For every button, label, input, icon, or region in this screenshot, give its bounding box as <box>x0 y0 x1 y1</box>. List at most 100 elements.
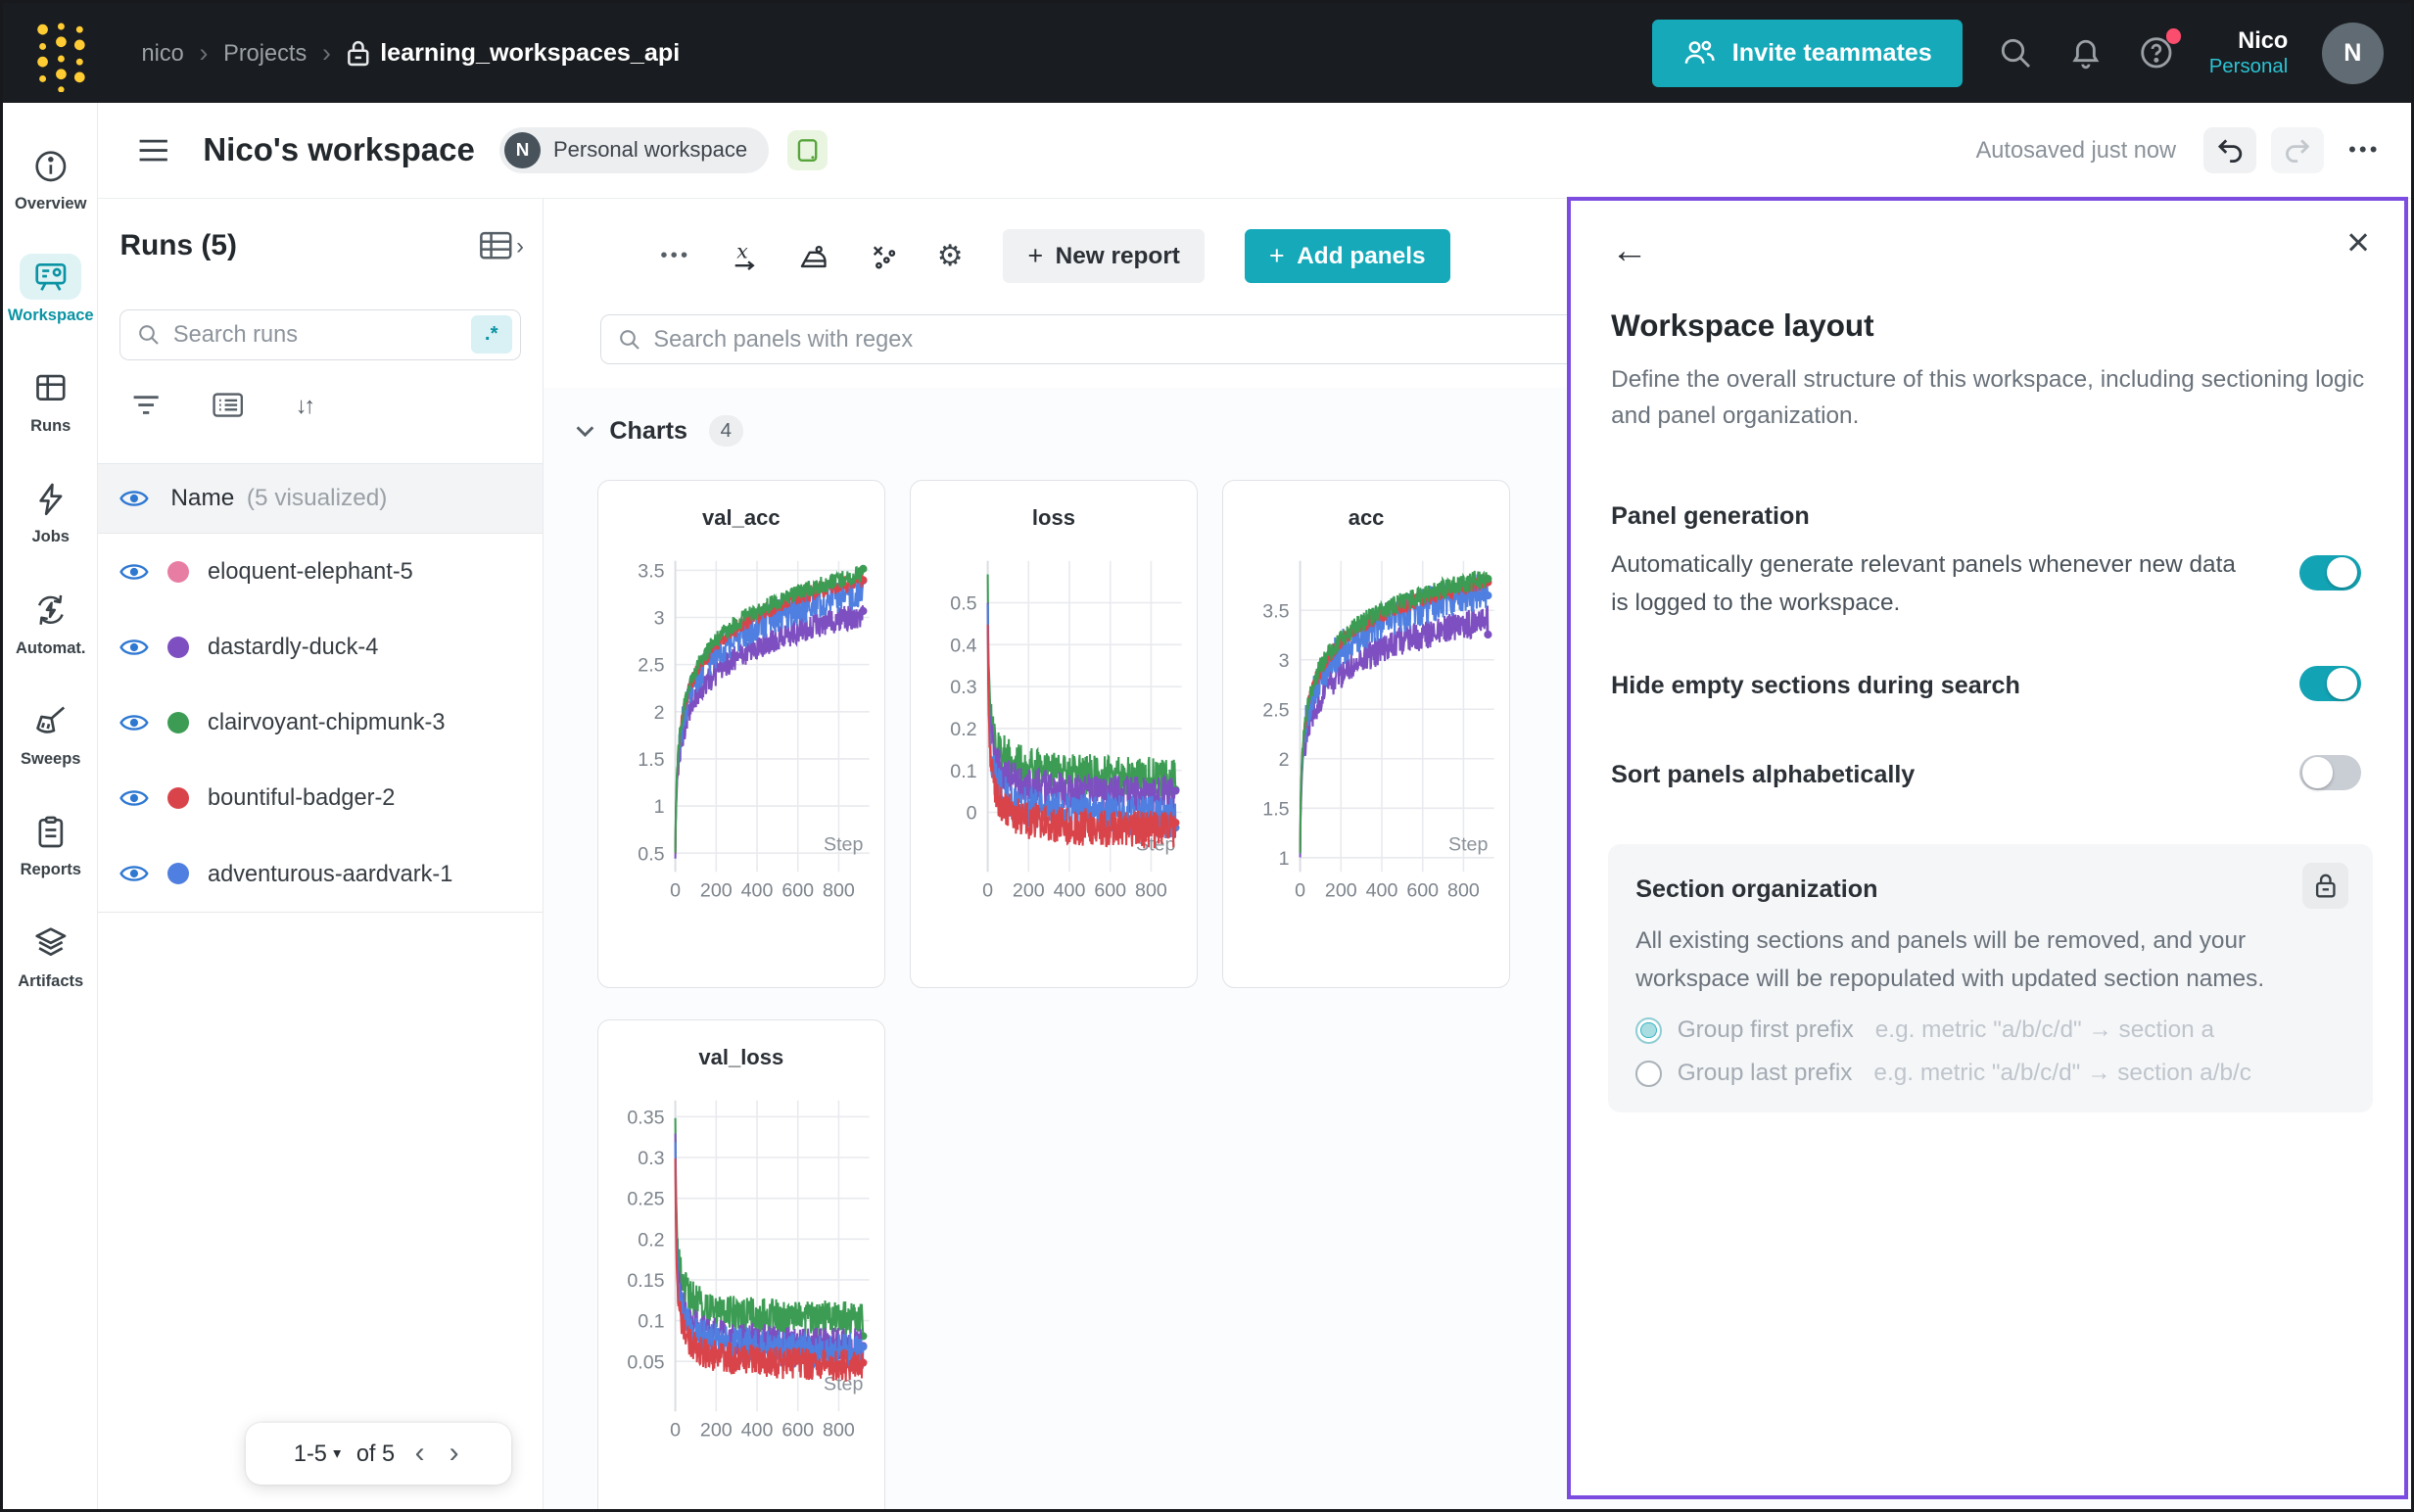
svg-text:800: 800 <box>823 880 855 902</box>
chart-title: acc <box>1223 505 1509 531</box>
svg-text:1: 1 <box>653 796 664 818</box>
section-organization-title: Section organization <box>1635 875 1877 904</box>
breadcrumb-projects[interactable]: Projects <box>223 40 307 67</box>
svg-text:Step: Step <box>1448 834 1488 856</box>
sidebar-item-jobs[interactable]: Jobs <box>3 476 98 546</box>
run-name[interactable]: clairvoyant-chipmunk-3 <box>208 709 445 735</box>
close-icon[interactable]: × <box>2346 222 2370 262</box>
svg-text:0.15: 0.15 <box>627 1270 664 1292</box>
back-icon[interactable]: ← <box>1611 232 1648 269</box>
workspace-badge[interactable]: N Personal workspace <box>499 127 769 173</box>
column-name[interactable]: Name <box>170 485 234 512</box>
menu-icon[interactable] <box>138 138 168 163</box>
run-row[interactable]: adventurous-aardvark-1 <box>98 835 542 911</box>
prev-page-button[interactable]: ‹ <box>410 1437 429 1470</box>
eye-icon[interactable] <box>119 637 149 658</box>
eye-icon[interactable] <box>119 712 149 733</box>
chart-panel-val-acc[interactable]: val_acc 0.511.522.533.50200400600800Step <box>597 480 885 988</box>
breadcrumb-project[interactable]: learning_workspaces_api <box>347 39 681 68</box>
run-name[interactable]: dastardly-duck-4 <box>208 634 378 660</box>
run-name[interactable]: adventurous-aardvark-1 <box>208 861 452 887</box>
sidebar-item-reports[interactable]: Reports <box>3 809 98 879</box>
svg-text:600: 600 <box>781 880 814 902</box>
next-page-button[interactable]: › <box>445 1437 463 1470</box>
toggle-knob <box>2327 668 2357 698</box>
page-range[interactable]: 1-5 <box>294 1441 327 1467</box>
add-panels-button[interactable]: + Add panels <box>1245 229 1450 283</box>
search-runs-input[interactable] <box>173 321 458 348</box>
filter-icon[interactable] <box>132 393 160 419</box>
breadcrumb-entity[interactable]: nico <box>141 40 183 67</box>
chevron-down-icon[interactable] <box>576 425 594 438</box>
sidebar-item-overview[interactable]: Overview <box>3 143 98 213</box>
group-icon[interactable] <box>213 393 243 419</box>
svg-text:3: 3 <box>653 608 664 630</box>
invite-teammates-button[interactable]: Invite teammates <box>1652 20 1963 87</box>
svg-text:2.5: 2.5 <box>638 655 664 677</box>
lock-button[interactable] <box>2302 863 2348 909</box>
plus-icon: + <box>1269 241 1285 271</box>
eye-icon[interactable] <box>119 488 149 509</box>
user-menu[interactable]: Nico Personal <box>2209 26 2289 80</box>
chart-panel-loss[interactable]: loss 00.10.20.30.40.50200400600800Step <box>910 480 1198 988</box>
svg-text:200: 200 <box>700 880 733 902</box>
x-axis-settings-icon[interactable]: x <box>731 241 758 271</box>
breadcrumb-separator-icon: › <box>322 38 331 69</box>
redo-button[interactable] <box>2271 127 2323 173</box>
svg-text:Step: Step <box>824 834 863 856</box>
radio-example: e.g. metric "a/b/c/d" → section a <box>1875 1016 2214 1044</box>
notifications-bell-icon[interactable] <box>2067 34 2105 71</box>
outliers-icon[interactable] <box>870 241 897 271</box>
eye-icon[interactable] <box>119 561 149 583</box>
smoothing-icon[interactable] <box>798 241 828 271</box>
hide-empty-sections-toggle[interactable] <box>2299 666 2361 701</box>
gear-icon[interactable]: ⚙ <box>937 239 964 273</box>
svg-text:0: 0 <box>670 880 681 902</box>
regex-toggle[interactable]: .* <box>471 315 512 354</box>
undo-button[interactable] <box>2203 127 2255 173</box>
sidebar-item-artifacts[interactable]: Artifacts <box>3 920 98 990</box>
radio-group-last-prefix[interactable]: Group last prefix e.g. metric "a/b/c/d" … <box>1635 1060 2251 1087</box>
svg-text:200: 200 <box>1013 880 1045 902</box>
chart-panel-acc[interactable]: acc 11.522.533.50200400600800Step <box>1222 480 1510 988</box>
help-icon[interactable] <box>2138 34 2175 71</box>
sort-icon[interactable]: ↓↑ <box>296 393 312 419</box>
wandb-logo-icon[interactable] <box>30 16 92 93</box>
avatar[interactable]: N <box>2322 23 2384 84</box>
sort-panels-toggle[interactable] <box>2299 755 2361 790</box>
expand-runs-table-button[interactable]: › <box>479 230 524 260</box>
panel-generation-toggle[interactable] <box>2299 555 2361 591</box>
more-options-icon[interactable]: ••• <box>660 245 690 267</box>
eye-icon[interactable] <box>119 863 149 884</box>
new-report-button[interactable]: + New report <box>1003 229 1205 283</box>
sidebar-item-label: Reports <box>21 861 81 879</box>
radio-label: Group first prefix <box>1678 1016 1854 1044</box>
sidebar-item-runs[interactable]: Runs <box>3 365 98 436</box>
chart-panel-val-loss[interactable]: val_loss 0.050.10.150.20.250.30.35020040… <box>597 1019 885 1512</box>
radio-icon[interactable] <box>1635 1061 1662 1087</box>
run-name[interactable]: bountiful-badger-2 <box>208 784 395 811</box>
run-name[interactable]: eloquent-elephant-5 <box>208 558 413 585</box>
radio-icon[interactable] <box>1635 1017 1662 1044</box>
badge-label: Personal workspace <box>553 137 747 163</box>
svg-text:400: 400 <box>1054 880 1086 902</box>
svg-text:2: 2 <box>1279 749 1290 771</box>
sidebar-item-workspace[interactable]: Workspace <box>3 254 98 324</box>
search-icon[interactable] <box>1997 34 2034 71</box>
svg-text:0.1: 0.1 <box>950 761 976 782</box>
line-chart: 11.522.533.50200400600800Step <box>1223 545 1511 933</box>
sidebar-item-sweeps[interactable]: Sweeps <box>3 698 98 769</box>
run-row[interactable]: clairvoyant-chipmunk-3 <box>98 685 542 760</box>
more-options-icon[interactable]: ••• <box>2348 137 2381 163</box>
section-title[interactable]: Charts <box>609 417 687 446</box>
run-row[interactable]: dastardly-duck-4 <box>98 609 542 685</box>
workspace-report-icon[interactable] <box>787 130 828 170</box>
svg-text:400: 400 <box>740 880 773 902</box>
run-row[interactable]: eloquent-elephant-5 <box>98 534 542 609</box>
eye-icon[interactable] <box>119 787 149 809</box>
sidebar-item-automations[interactable]: Automat. <box>3 587 98 657</box>
run-row[interactable]: bountiful-badger-2 <box>98 760 542 835</box>
run-color-dot <box>167 637 189 658</box>
radio-group-first-prefix[interactable]: Group first prefix e.g. metric "a/b/c/d"… <box>1635 1016 2214 1044</box>
svg-text:600: 600 <box>1406 880 1439 902</box>
